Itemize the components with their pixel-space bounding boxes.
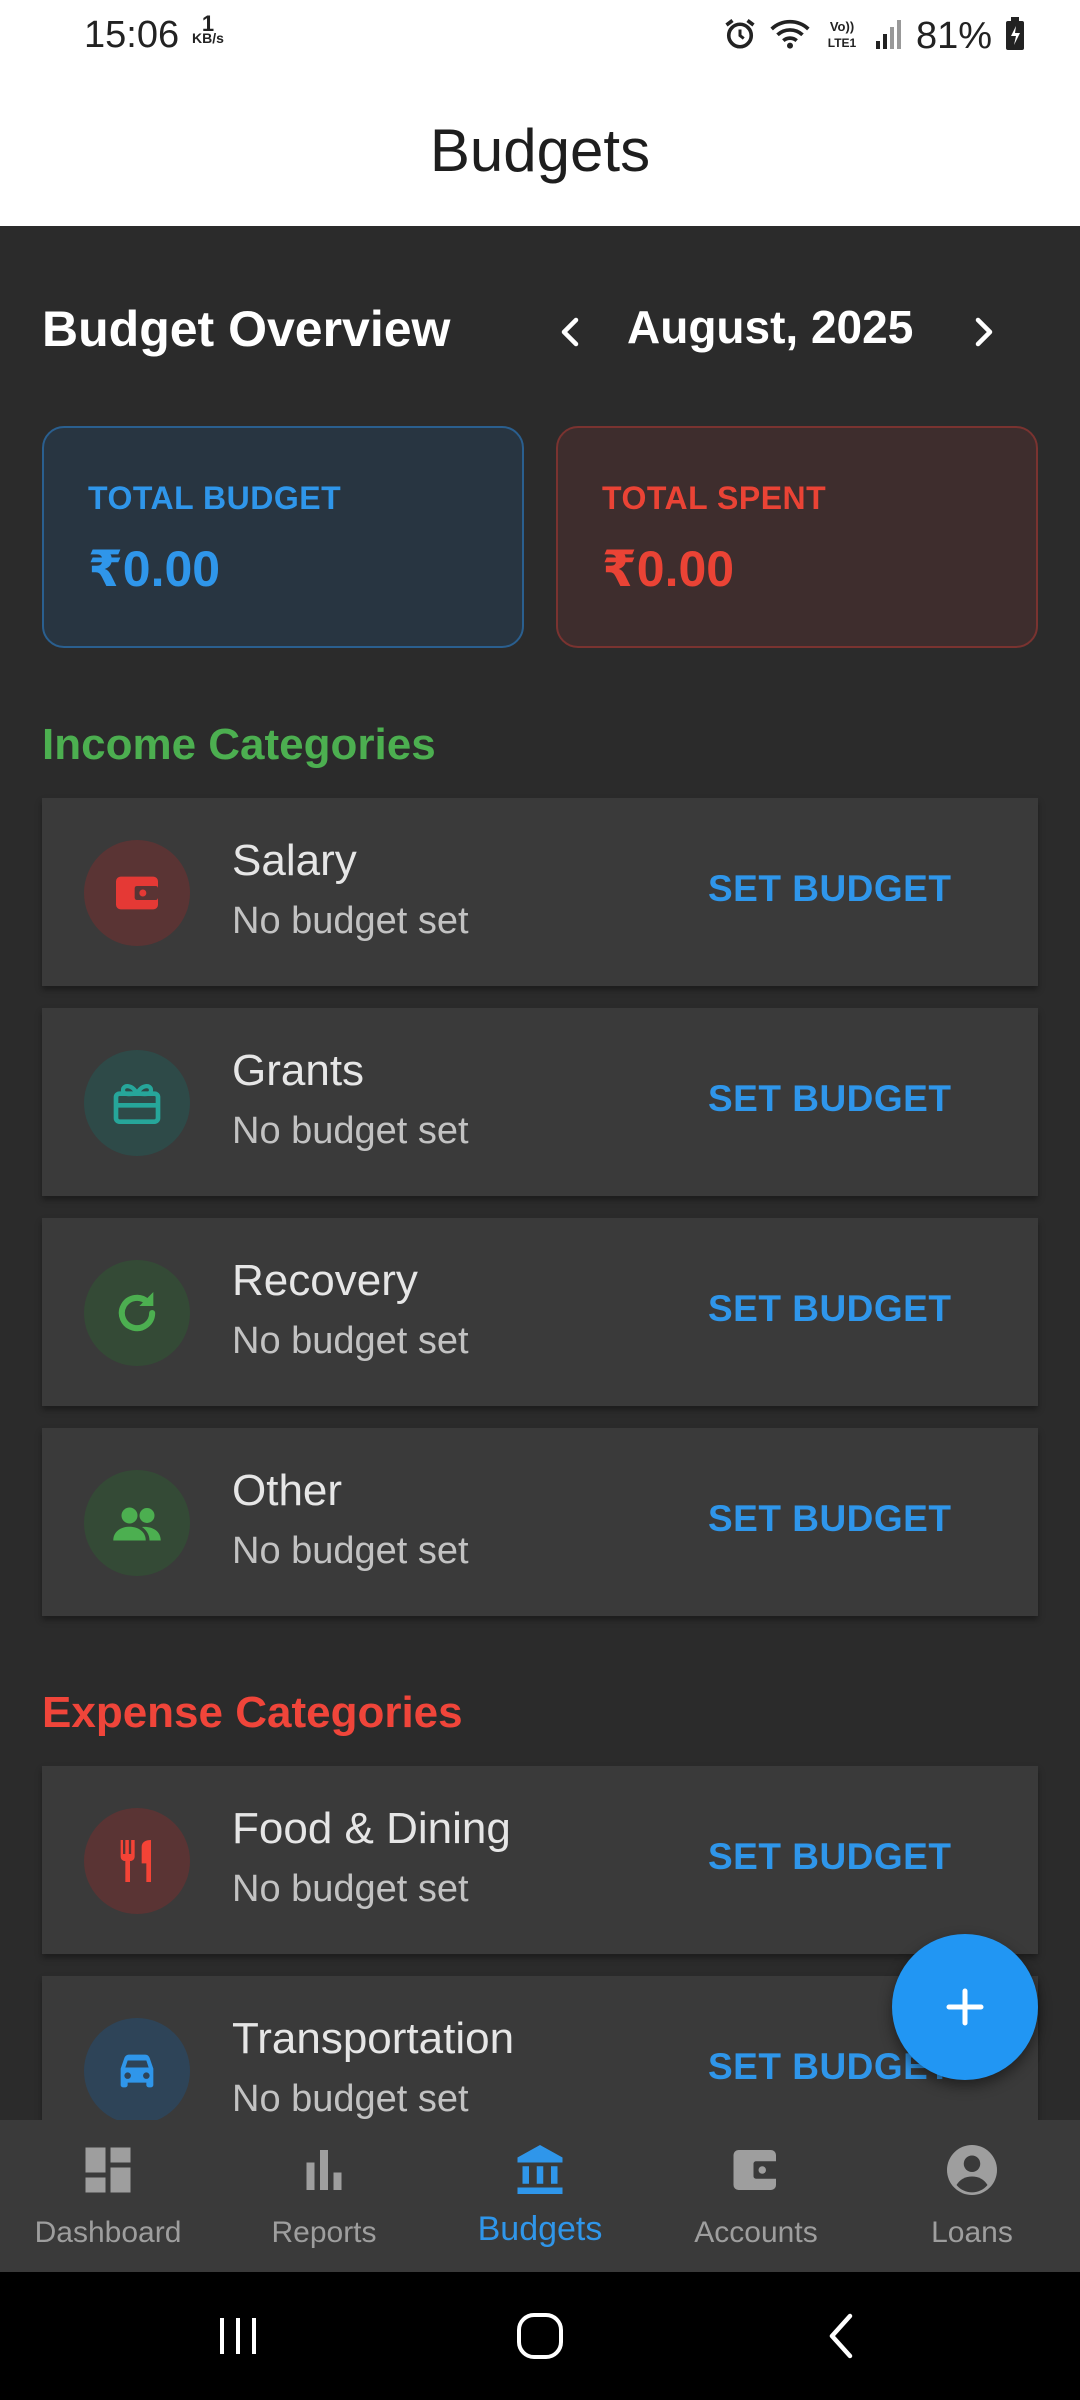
nav-item-accounts[interactable]: Accounts: [648, 2120, 864, 2272]
svg-text:Vo)): Vo)): [830, 19, 854, 34]
budgets-content[interactable]: Budget Overview August, 2025 TOTAL BUDGE…: [0, 226, 1080, 2120]
page-title: Budgets: [429, 117, 651, 184]
category-card-other[interactable]: Other No budget set SET BUDGET: [42, 1428, 1038, 1616]
recent-apps-icon: [220, 2318, 256, 2354]
income-categories-title: Income Categories: [42, 720, 436, 769]
battery-percent: 81%: [915, 14, 992, 57]
network-speed: 1 KB/s: [192, 11, 224, 46]
chevron-left-icon: [561, 317, 579, 347]
status-time: 15:06: [84, 14, 180, 56]
account-circle-icon: [947, 2145, 997, 2195]
expense-categories-title: Expense Categories: [42, 1688, 463, 1737]
chevron-right-icon: [975, 317, 993, 347]
set-budget-button[interactable]: SET BUDGET: [708, 1078, 951, 1120]
nav-label: Reports: [271, 2216, 377, 2249]
alarm-icon: [722, 16, 758, 57]
category-name: Recovery: [232, 1256, 418, 1305]
set-budget-button[interactable]: SET BUDGET: [708, 1288, 951, 1330]
nav-item-dashboard[interactable]: Dashboard: [0, 2120, 216, 2272]
overview-title: Budget Overview: [42, 301, 451, 357]
category-status: No budget set: [232, 1320, 469, 1362]
bar-chart-icon: [306, 2150, 342, 2190]
budget-overview-header: Budget Overview August, 2025: [42, 300, 1038, 364]
car-icon: [84, 2018, 190, 2120]
dashboard-icon: [85, 2147, 131, 2193]
system-navigation-bar: [0, 2272, 1080, 2400]
nav-label: Loans: [931, 2216, 1013, 2249]
signal-icon: [874, 17, 904, 56]
add-budget-fab[interactable]: [892, 1934, 1038, 2080]
total-spent-value: ₹0.00: [602, 541, 735, 597]
category-card-food-dining[interactable]: Food & Dining No budget set SET BUDGET: [42, 1766, 1038, 1954]
category-status: No budget set: [232, 2078, 469, 2120]
bottom-navigation: Dashboard Reports Budgets Accounts Loans: [0, 2120, 1080, 2272]
back-icon: [829, 2313, 853, 2359]
total-spent-label: TOTAL SPENT: [602, 480, 827, 516]
previous-month-button[interactable]: [540, 302, 600, 362]
wifi-icon: [770, 16, 810, 57]
total-spent-card: TOTAL SPENT ₹0.00: [556, 426, 1038, 648]
refresh-icon: [84, 1260, 190, 1366]
category-status: No budget set: [232, 1110, 469, 1152]
volte-icon: Vo)) LTE1: [822, 16, 862, 57]
total-budget-value: ₹0.00: [88, 541, 221, 597]
set-budget-button[interactable]: SET BUDGET: [708, 868, 951, 910]
people-icon: [84, 1470, 190, 1576]
next-month-button[interactable]: [954, 302, 1014, 362]
category-status: No budget set: [232, 900, 469, 942]
category-name: Grants: [232, 1046, 365, 1095]
plus-icon: [946, 1988, 984, 2026]
nav-label: Budgets: [477, 2210, 603, 2248]
back-button[interactable]: [812, 2306, 872, 2366]
wallet-icon: [733, 2150, 779, 2190]
recent-apps-button[interactable]: [208, 2306, 268, 2366]
nav-label: Accounts: [694, 2216, 818, 2249]
bank-icon: [517, 2145, 563, 2194]
nav-item-budgets[interactable]: Budgets: [432, 2120, 648, 2272]
category-card-transportation[interactable]: Transportation No budget set SET BUDGET: [42, 1976, 1038, 2120]
status-icons: Vo)) LTE1 81%: [722, 14, 1026, 58]
battery-charging-icon: [1004, 16, 1026, 57]
total-budget-label: TOTAL BUDGET: [88, 480, 342, 516]
status-bar: 15:06 1 KB/s Vo)) LTE1 81%: [0, 0, 1080, 76]
utensils-icon: [84, 1808, 190, 1914]
category-name: Other: [232, 1466, 343, 1515]
category-name: Food & Dining: [232, 1804, 511, 1853]
nav-item-reports[interactable]: Reports: [216, 2120, 432, 2272]
category-status: No budget set: [232, 1868, 469, 1910]
nav-item-loans[interactable]: Loans: [864, 2120, 1080, 2272]
nav-label: Dashboard: [34, 2216, 182, 2249]
category-status: No budget set: [232, 1530, 469, 1572]
category-card-recovery[interactable]: Recovery No budget set SET BUDGET: [42, 1218, 1038, 1406]
category-name: Transportation: [232, 2014, 515, 2063]
month-label: August, 2025: [627, 301, 914, 353]
category-card-salary[interactable]: Salary No budget set SET BUDGET: [42, 798, 1038, 986]
set-budget-button[interactable]: SET BUDGET: [708, 1498, 951, 1540]
set-budget-button[interactable]: SET BUDGET: [708, 1836, 951, 1878]
category-name: Salary: [232, 836, 357, 885]
network-speed-unit: KB/s: [192, 30, 224, 46]
home-icon: [517, 2313, 563, 2359]
network-speed-value: 1: [201, 11, 215, 36]
wallet-icon: [84, 840, 190, 946]
svg-text:LTE1: LTE1: [828, 36, 857, 50]
home-button[interactable]: [510, 2306, 570, 2366]
category-card-grants[interactable]: Grants No budget set SET BUDGET: [42, 1008, 1038, 1196]
app-bar: Budgets: [0, 76, 1080, 226]
total-budget-card: TOTAL BUDGET ₹0.00: [42, 426, 524, 648]
gift-card-icon: [84, 1050, 190, 1156]
